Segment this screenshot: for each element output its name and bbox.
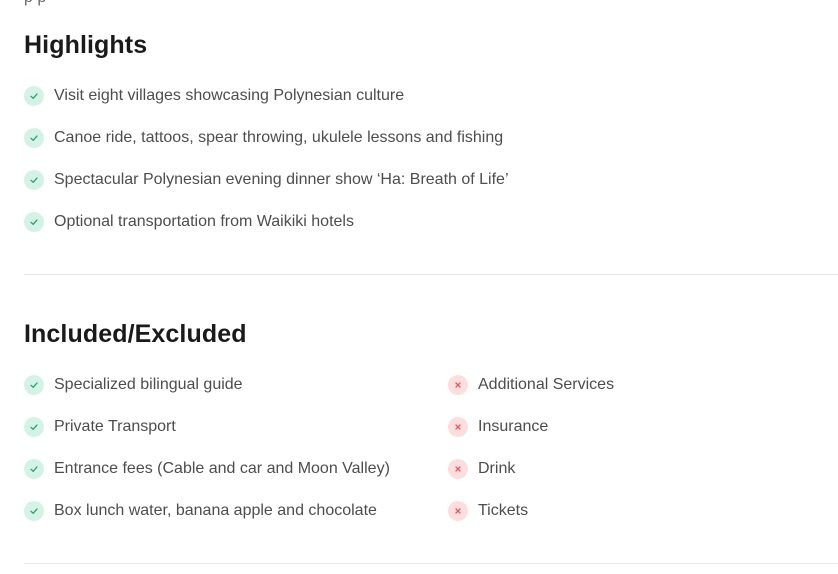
highlights-list: Visit eight villages showcasing Polynesi… xyxy=(24,75,509,243)
check-icon xyxy=(24,375,44,395)
included-text: Private Transport xyxy=(54,418,176,435)
section-divider xyxy=(24,563,838,564)
included-list: Specialized bilingual guide Private Tran… xyxy=(24,364,390,532)
excluded-text: Insurance xyxy=(478,418,549,435)
highlight-text: Spectacular Polynesian evening dinner sh… xyxy=(54,171,509,188)
excluded-text: Drink xyxy=(478,460,516,477)
check-icon xyxy=(24,128,44,148)
included-excluded-title: Included/Excluded xyxy=(24,320,247,348)
close-icon xyxy=(448,459,468,479)
included-text: Box lunch water, banana apple and chocol… xyxy=(54,502,377,519)
excluded-list: Additional Services Insurance Drink Tick… xyxy=(448,364,614,532)
included-item: Private Transport xyxy=(24,406,390,448)
included-item: Box lunch water, banana apple and chocol… xyxy=(24,490,390,532)
included-text: Entrance fees (Cable and car and Moon Va… xyxy=(54,460,390,477)
highlight-text: Visit eight villages showcasing Polynesi… xyxy=(54,87,405,104)
highlight-item: Optional transportation from Waikiki hot… xyxy=(24,201,509,243)
included-text: Specialized bilingual guide xyxy=(54,376,243,393)
excluded-text: Tickets xyxy=(478,502,529,519)
section-divider xyxy=(24,274,838,275)
clipped-text-line: p p xyxy=(24,0,46,7)
tour-details: p p Highlights Visit eight villages show… xyxy=(0,0,838,574)
check-icon xyxy=(24,170,44,190)
close-icon xyxy=(448,417,468,437)
excluded-text: Additional Services xyxy=(478,376,615,393)
check-icon xyxy=(24,501,44,521)
check-icon xyxy=(24,86,44,106)
excluded-item: Insurance xyxy=(448,406,614,448)
highlight-item: Visit eight villages showcasing Polynesi… xyxy=(24,75,509,117)
highlight-item: Canoe ride, tattoos, spear throwing, uku… xyxy=(24,117,509,159)
close-icon xyxy=(448,375,468,395)
excluded-item: Additional Services xyxy=(448,364,614,406)
check-icon xyxy=(24,459,44,479)
excluded-item: Tickets xyxy=(448,490,614,532)
highlight-text: Optional transportation from Waikiki hot… xyxy=(54,213,354,230)
highlight-item: Spectacular Polynesian evening dinner sh… xyxy=(24,159,509,201)
check-icon xyxy=(24,417,44,437)
close-icon xyxy=(448,501,468,521)
highlights-title: Highlights xyxy=(24,31,148,59)
highlight-text: Canoe ride, tattoos, spear throwing, uku… xyxy=(54,129,504,146)
excluded-item: Drink xyxy=(448,448,614,490)
included-item: Entrance fees (Cable and car and Moon Va… xyxy=(24,448,390,490)
included-item: Specialized bilingual guide xyxy=(24,364,390,406)
check-icon xyxy=(24,212,44,232)
